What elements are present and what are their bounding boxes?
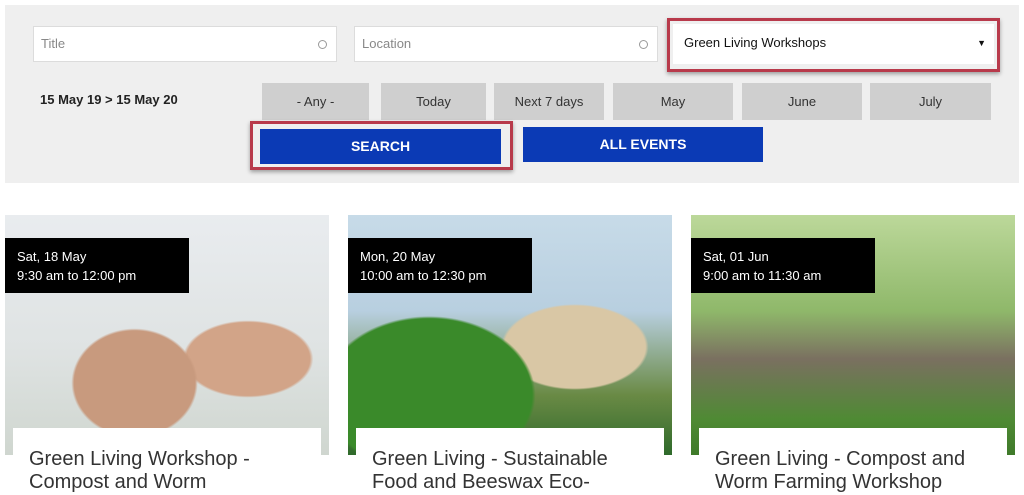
event-date: Sat, 18 May [17, 249, 87, 264]
category-selected-value: Green Living Workshops [684, 35, 827, 50]
event-title-line: Compost and Worm [29, 471, 207, 493]
period-next7days-button[interactable]: Next 7 days [494, 83, 604, 120]
event-date-badge: Sat, 01 Jun 9:00 am to 11:30 am [691, 238, 875, 293]
date-range-label: 15 May 19 > 15 May 20 [40, 92, 178, 107]
period-july-button[interactable]: July [870, 83, 991, 120]
search-filter-panel: Title Location Green Living Workshops ▼ … [5, 5, 1019, 183]
period-any-button[interactable]: - Any - [262, 83, 369, 120]
event-title-line: Green Living - Sustainable [372, 448, 608, 470]
event-date-badge: Mon, 20 May 10:00 am to 12:30 pm [348, 238, 532, 293]
title-input-indicator-icon [318, 40, 327, 49]
event-time: 9:00 am to 11:30 am [703, 268, 822, 283]
search-button-highlight: SEARCH [250, 121, 513, 170]
event-title[interactable]: Green Living Workshop - Compost and Worm [13, 428, 321, 495]
event-card[interactable]: Mon, 20 May 10:00 am to 12:30 pm Green L… [348, 215, 672, 495]
event-date: Sat, 01 Jun [703, 249, 769, 264]
location-placeholder: Location [362, 36, 412, 51]
event-date: Mon, 20 May [360, 249, 436, 264]
category-select[interactable]: Green Living Workshops ▼ [667, 18, 1000, 72]
event-title-line: Food and Beeswax Eco- [372, 471, 590, 493]
period-may-button[interactable]: May [613, 83, 733, 120]
event-time: 10:00 am to 12:30 pm [360, 268, 487, 283]
event-title[interactable]: Green Living - Sustainable Food and Bees… [356, 428, 664, 495]
event-title-line: Green Living Workshop - [29, 448, 250, 470]
period-today-button[interactable]: Today [381, 83, 486, 120]
event-title-line: Green Living - Compost and [715, 448, 966, 470]
location-input-indicator-icon [639, 40, 648, 49]
title-input[interactable]: Title [33, 26, 337, 62]
all-events-button[interactable]: ALL EVENTS [523, 127, 763, 162]
location-input[interactable]: Location [354, 26, 658, 62]
event-date-badge: Sat, 18 May 9:30 am to 12:00 pm [5, 238, 189, 293]
event-title-line: Worm Farming Workshop [715, 471, 943, 493]
search-button[interactable]: SEARCH [260, 129, 501, 164]
period-june-button[interactable]: June [742, 83, 862, 120]
dropdown-arrow-icon: ▼ [977, 38, 986, 48]
event-title[interactable]: Green Living - Compost and Worm Farming … [699, 428, 1007, 495]
event-card[interactable]: Sat, 01 Jun 9:00 am to 11:30 am Green Li… [691, 215, 1015, 495]
title-placeholder: Title [41, 36, 66, 51]
event-time: 9:30 am to 12:00 pm [17, 268, 137, 283]
event-card[interactable]: Sat, 18 May 9:30 am to 12:00 pm Green Li… [5, 215, 329, 495]
